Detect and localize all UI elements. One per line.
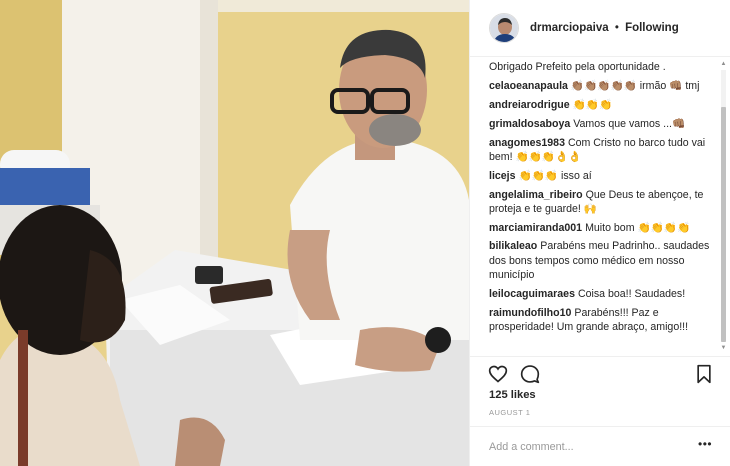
comment-text: Vamos que vamos ...👊🏽 bbox=[573, 117, 686, 130]
comment-text: 👏👏👏 bbox=[572, 99, 613, 112]
comment-item: celaoeanapaula 👏🏽👏🏽👏🏽👏🏽👏🏽 irmão 👊🏽 tmj bbox=[489, 79, 719, 93]
scroll-up-icon[interactable]: ▲ bbox=[720, 60, 727, 68]
following-button[interactable]: Following bbox=[625, 22, 679, 34]
scroll-down-icon[interactable]: ▼ bbox=[720, 344, 727, 352]
more-options-icon[interactable]: ••• bbox=[698, 438, 712, 453]
likes-count[interactable]: 125 likes bbox=[489, 389, 536, 401]
comment-username[interactable]: grimaldosaboya bbox=[489, 118, 570, 130]
comment-text: 👏👏👏 isso aí bbox=[518, 169, 592, 182]
comment-username[interactable]: licejs bbox=[489, 170, 516, 182]
add-comment-input[interactable] bbox=[489, 439, 689, 455]
bookmark-icon[interactable] bbox=[694, 364, 714, 384]
comment-item: licejs 👏👏👏 isso aí bbox=[489, 169, 719, 183]
comment-item: anagomes1983 Com Cristo no barco tudo vai… bbox=[489, 136, 719, 165]
author-avatar[interactable] bbox=[489, 13, 519, 43]
post-photo[interactable] bbox=[0, 0, 469, 466]
scroll-thumb[interactable] bbox=[721, 107, 726, 342]
comment-item: bilikaleao Parabéns meu Padrinho.. saudad… bbox=[489, 239, 719, 282]
avatar-image bbox=[490, 14, 518, 42]
header-separator: • bbox=[614, 22, 619, 34]
author-username[interactable]: drmarciopaiva bbox=[530, 22, 609, 34]
post-date[interactable]: AUGUST 1 bbox=[489, 408, 530, 417]
post-sidebar: drmarciopaiva • Following Obrigado Prefe… bbox=[469, 0, 730, 466]
comment-username[interactable]: angelalima_ribeiro bbox=[489, 189, 583, 201]
scroll-track[interactable] bbox=[721, 70, 726, 342]
comment-composer: ••• bbox=[470, 426, 730, 466]
post-photo-image bbox=[0, 0, 469, 466]
comment-item: raimundofilho10 Parabéns!!! Paz e prosper… bbox=[489, 306, 719, 335]
comment-text: Muito bom 👏👏👏👏 bbox=[585, 221, 691, 234]
comment-username[interactable]: celaoeanapaula bbox=[489, 80, 568, 92]
comment-item: marciamiranda001 Muito bom 👏👏👏👏 bbox=[489, 221, 719, 235]
comment-item: andreiarodrigue 👏👏👏 bbox=[489, 98, 719, 112]
comment-username[interactable]: bilikaleao bbox=[489, 240, 537, 252]
comments-list[interactable]: Obrigado Prefeito pela oportunidade . ce… bbox=[489, 60, 719, 350]
comment-item: grimaldosaboya Vamos que vamos ...👊🏽 bbox=[489, 117, 719, 131]
comment-bubble-icon[interactable] bbox=[520, 364, 540, 384]
comment-username[interactable]: leilocaguimaraes bbox=[489, 288, 575, 300]
heart-icon[interactable] bbox=[488, 364, 508, 384]
header-text: drmarciopaiva • Following bbox=[530, 22, 679, 34]
caption-text: Obrigado Prefeito pela oportunidade . bbox=[489, 61, 666, 73]
comments-scrollbar[interactable]: ▲ ▼ bbox=[720, 60, 727, 352]
comment-username[interactable]: raimundofilho10 bbox=[489, 307, 571, 319]
comment-username[interactable]: anagomes1983 bbox=[489, 137, 565, 149]
comment-username[interactable]: marciamiranda001 bbox=[489, 222, 582, 234]
comment-text: 👏🏽👏🏽👏🏽👏🏽👏🏽 irmão 👊🏽 tmj bbox=[570, 80, 700, 93]
comment-text: Coisa boa!! Saudades! bbox=[577, 287, 686, 300]
comment-item: angelalima_ribeiro Que Deus te abençoe, t… bbox=[489, 188, 719, 217]
post-header: drmarciopaiva • Following bbox=[470, 0, 730, 57]
action-bar bbox=[470, 356, 730, 388]
comment-item: leilocaguimaraes Coisa boa!! Saudades! bbox=[489, 287, 719, 301]
comment-username[interactable]: andreiarodrigue bbox=[489, 99, 570, 111]
